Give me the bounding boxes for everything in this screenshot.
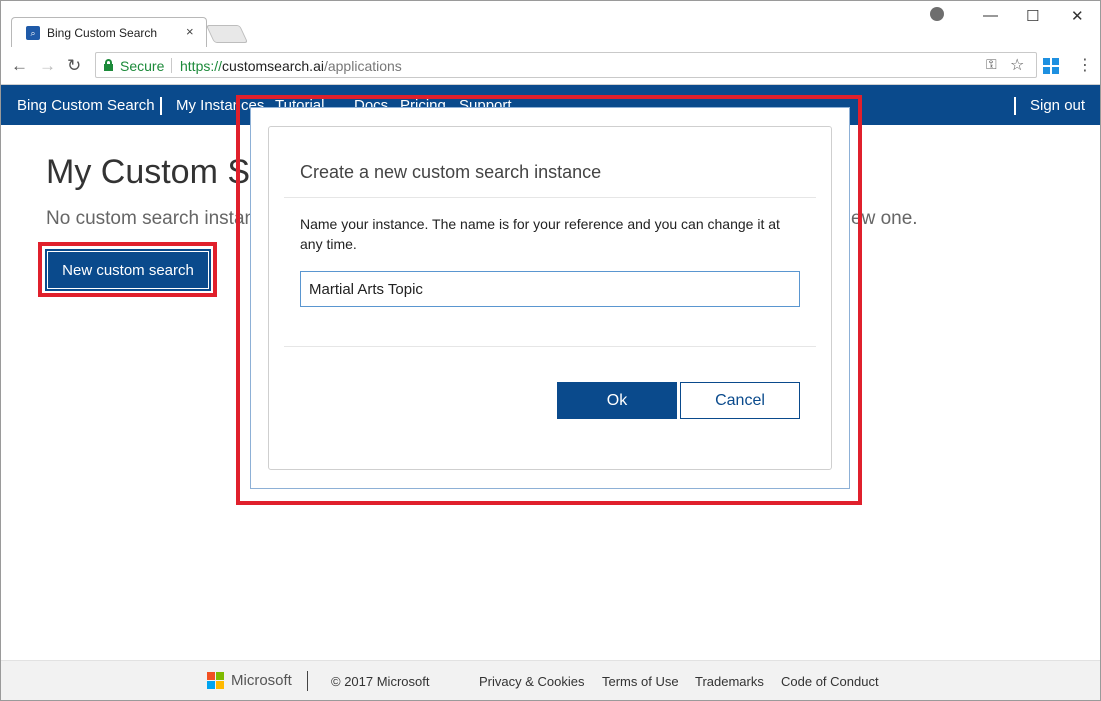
new-tab-button[interactable]	[205, 25, 249, 43]
windows-extension-icon[interactable]	[1043, 58, 1059, 74]
url-scheme: https://	[180, 58, 223, 74]
tab-strip: ⌕ Bing Custom Search × — ☐ ✕	[1, 1, 1100, 48]
back-arrow-icon[interactable]: ←	[11, 56, 28, 76]
footer-link-privacy[interactable]: Privacy & Cookies	[479, 674, 584, 689]
secure-label: Secure	[120, 58, 165, 74]
modal-highlight-box	[236, 95, 862, 505]
address-separator	[171, 58, 172, 73]
footer-link-terms[interactable]: Terms of Use	[602, 674, 679, 689]
tab-title: Bing Custom Search	[47, 26, 158, 40]
url-host: customsearch.ai	[222, 58, 324, 74]
bookmark-star-icon[interactable]: ☆	[1010, 55, 1024, 75]
footer-link-trademarks[interactable]: Trademarks	[695, 674, 764, 689]
browser-tab[interactable]: ⌕ Bing Custom Search ×	[11, 17, 207, 48]
nav-separator-right	[1014, 97, 1016, 115]
url-text[interactable]: https://customsearch.ai/applications	[180, 58, 402, 74]
bing-favicon-icon: ⌕	[26, 26, 40, 40]
nav-separator	[160, 97, 162, 115]
footer-copyright: © 2017 Microsoft	[331, 674, 430, 689]
address-bar[interactable]: Secure https://customsearch.ai/applicati…	[95, 52, 1037, 78]
nav-brand[interactable]: Bing Custom Search	[17, 97, 155, 114]
footer: Microsoft © 2017 Microsoft Privacy & Coo…	[1, 660, 1100, 700]
footer-separator	[307, 671, 308, 691]
profile-icon[interactable]	[930, 7, 944, 21]
page-subtitle: No custom search instan	[46, 208, 256, 229]
maximize-icon[interactable]: ☐	[1026, 7, 1039, 25]
key-icon[interactable]: ⚿	[986, 56, 997, 73]
close-window-icon[interactable]: ✕	[1071, 7, 1084, 25]
footer-link-conduct[interactable]: Code of Conduct	[781, 674, 879, 689]
reload-icon[interactable]: ↻	[67, 56, 81, 76]
forward-arrow-icon[interactable]: →	[39, 56, 56, 76]
sign-out-link[interactable]: Sign out	[1030, 97, 1085, 114]
microsoft-logo-icon	[207, 672, 225, 690]
new-custom-search-button[interactable]: New custom search	[45, 249, 211, 291]
minimize-icon[interactable]: —	[983, 7, 998, 24]
browser-toolbar: ← → ↻ Secure https://customsearch.ai/app…	[1, 47, 1100, 85]
browser-menu-icon[interactable]: ⋮	[1077, 55, 1093, 75]
footer-brand: Microsoft	[231, 672, 292, 689]
lock-icon	[104, 59, 113, 71]
browser-window: ⌕ Bing Custom Search × — ☐ ✕ ← → ↻ Secur…	[0, 0, 1101, 701]
tab-close-icon[interactable]: ×	[186, 24, 194, 39]
url-path: /applications	[323, 58, 402, 74]
